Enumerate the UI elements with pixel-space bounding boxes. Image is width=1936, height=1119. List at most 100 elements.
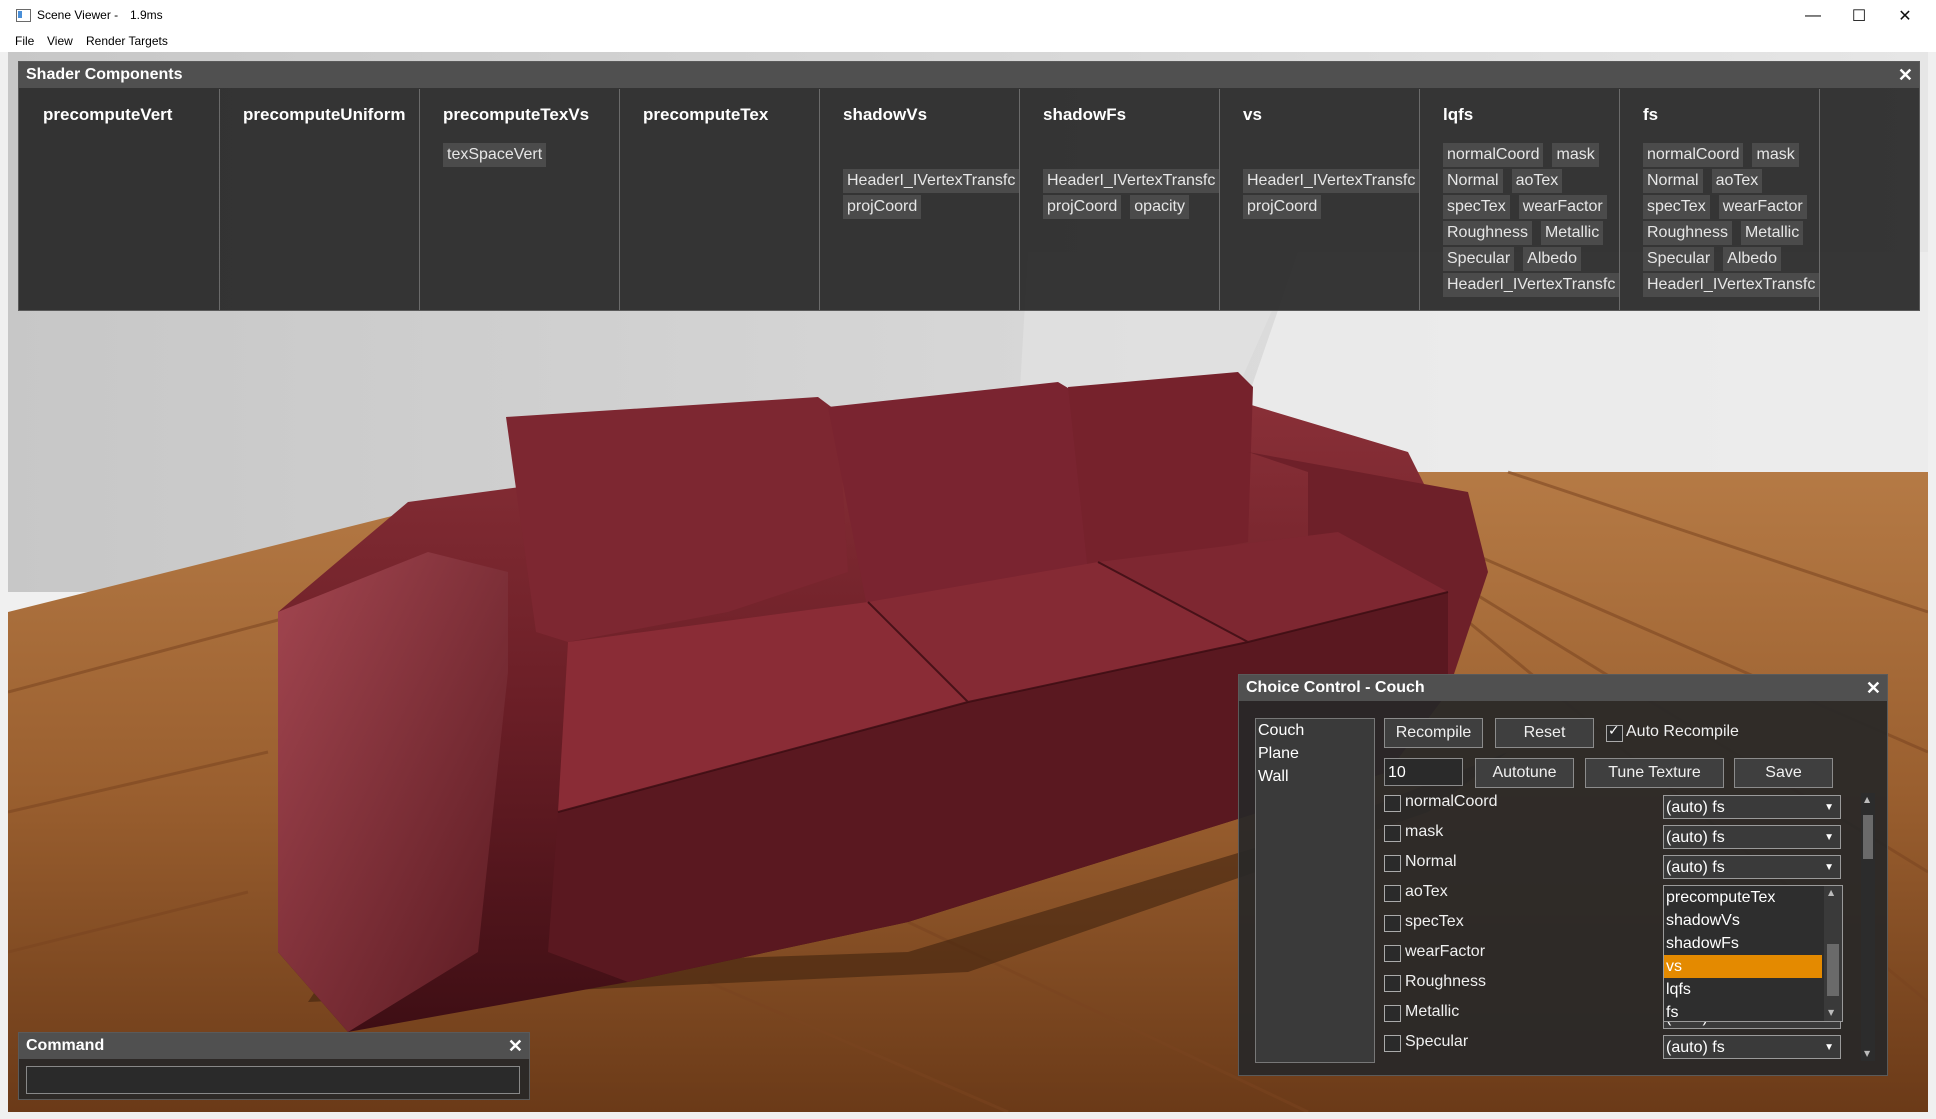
chevron-down-icon[interactable]: ▼ [1824, 856, 1834, 880]
object-item[interactable]: Plane [1256, 742, 1374, 765]
menu-render-targets[interactable]: Render Targets [86, 34, 168, 48]
app-icon [16, 9, 31, 22]
shader-item-chip[interactable]: wearFactor [1718, 195, 1807, 219]
chevron-down-icon[interactable]: ▼ [1824, 1036, 1834, 1060]
shader-component-columns: precomputeVert precomputeUniform precomput… [19, 89, 1919, 310]
component-choice-select[interactable]: (auto) fs ▼ [1663, 855, 1841, 879]
close-icon[interactable]: ✕ [1866, 675, 1881, 701]
shader-item-chip[interactable]: opacity [1130, 195, 1189, 219]
shader-item-chip[interactable]: projCoord [843, 195, 922, 219]
scroll-up-icon[interactable]: ▲ [1828, 888, 1834, 897]
dropdown-option[interactable]: precomputeTex [1664, 886, 1822, 909]
close-window-icon[interactable]: ✕ [1882, 0, 1928, 32]
shader-item-row [843, 143, 1019, 169]
component-choice-dropdown[interactable]: precomputeTex shadowVs shadowFs vs lqfs fs ▲ … [1663, 885, 1843, 1022]
shader-item-chip[interactable]: Normal [1643, 169, 1703, 193]
shader-column-title: fs [1643, 105, 1659, 124]
shader-item-chip[interactable]: specTex [1443, 195, 1510, 219]
component-choice-select[interactable]: (auto) fs ▼ [1663, 1035, 1841, 1059]
component-checkbox[interactable] [1384, 855, 1401, 872]
component-checkbox[interactable] [1384, 885, 1401, 902]
chevron-down-icon[interactable]: ▼ [1824, 826, 1834, 850]
menu-view[interactable]: View [47, 34, 73, 48]
choice-control-header[interactable]: Choice Control - Couch ✕ [1239, 675, 1887, 701]
shader-item-chip[interactable]: aoTex [1711, 169, 1763, 193]
shader-item-chip[interactable]: normalCoord [1643, 143, 1744, 167]
dropdown-option[interactable]: lqfs [1664, 978, 1822, 1001]
shader-item-row: specTex wearFactor [1643, 195, 1819, 221]
recompile-button[interactable]: Recompile [1384, 718, 1483, 748]
scroll-down-icon[interactable]: ▼ [1864, 1049, 1870, 1058]
object-item[interactable]: Couch [1256, 719, 1374, 742]
shader-item-chip[interactable]: Normal [1443, 169, 1503, 193]
close-icon[interactable]: ✕ [508, 1033, 523, 1059]
shader-item-row: normalCoord mask [1443, 143, 1619, 169]
shader-item-row: Specular Albedo [1443, 247, 1619, 273]
shader-item-chip[interactable]: Specular [1643, 247, 1715, 271]
window-title: Scene Viewer - [37, 8, 119, 22]
choice-scrollbar[interactable]: ▲ ▼ [1861, 793, 1875, 1061]
object-item[interactable]: Wall [1256, 765, 1374, 788]
dropdown-scrollbar[interactable]: ▲ ▼ [1824, 886, 1842, 1021]
shader-column-lqfs: lqfs normalCoord mask Normal aoTex specTex wea… [1419, 89, 1620, 310]
frame-time: 1.9ms [130, 8, 163, 22]
component-checkbox[interactable] [1384, 825, 1401, 842]
shader-item-chip[interactable]: Metallic [1740, 221, 1804, 245]
component-checkbox[interactable] [1384, 795, 1401, 812]
save-button[interactable]: Save [1734, 758, 1833, 788]
shader-item-chip[interactable]: HeaderI_IVertexTransfc [1443, 273, 1619, 297]
shader-item-chip[interactable]: mask [1552, 143, 1599, 167]
auto-recompile-label: Auto Recompile [1626, 723, 1739, 740]
autotune-button[interactable]: Autotune [1475, 758, 1574, 788]
shader-item-chip[interactable]: specTex [1643, 195, 1710, 219]
menu-file[interactable]: File [15, 34, 34, 48]
dropdown-option[interactable]: shadowFs [1664, 932, 1822, 955]
shader-components-header[interactable]: Shader Components ✕ [19, 62, 1919, 88]
shader-column-title: precomputeVert [43, 105, 173, 124]
component-choice-select[interactable]: (auto) fs ▼ [1663, 825, 1841, 849]
minimize-icon[interactable]: — [1790, 0, 1836, 32]
shader-item-chip[interactable]: Metallic [1540, 221, 1604, 245]
shader-item-chip[interactable]: HeaderI_IVertexTransfc [843, 169, 1019, 193]
command-input[interactable] [26, 1066, 520, 1094]
component-choice-select[interactable]: (auto) fs ▼ [1663, 795, 1841, 819]
choice-scroll-thumb[interactable] [1863, 815, 1873, 859]
component-checkbox[interactable] [1384, 945, 1401, 962]
tune-value-input[interactable]: 10 [1384, 758, 1463, 786]
shader-item-chip[interactable]: Specular [1443, 247, 1515, 271]
shader-item-chip[interactable]: normalCoord [1443, 143, 1544, 167]
auto-recompile-checkbox[interactable] [1606, 723, 1623, 742]
shader-item-chip[interactable]: HeaderI_IVertexTransfc [1643, 273, 1819, 297]
maximize-icon[interactable]: ☐ [1836, 0, 1882, 32]
shader-item-chip[interactable]: texSpaceVert [443, 143, 547, 167]
shader-item-chip[interactable]: Roughness [1443, 221, 1532, 245]
shader-item-chip[interactable]: Roughness [1643, 221, 1732, 245]
dropdown-option[interactable]: shadowVs [1664, 909, 1822, 932]
reset-button[interactable]: Reset [1495, 718, 1594, 748]
menu-bar: File View Render Targets [0, 32, 1936, 52]
close-icon[interactable]: ✕ [1898, 62, 1913, 88]
object-list[interactable]: Couch Plane Wall [1255, 718, 1375, 1063]
shader-item-chip[interactable]: HeaderI_IVertexTransfc [1243, 169, 1419, 193]
shader-item-chip[interactable]: mask [1752, 143, 1799, 167]
dropdown-scroll-thumb[interactable] [1827, 944, 1839, 996]
shader-item-chip[interactable]: wearFactor [1518, 195, 1607, 219]
chevron-down-icon[interactable]: ▼ [1824, 796, 1834, 820]
tune-texture-button[interactable]: Tune Texture [1585, 758, 1724, 788]
shader-item-chip[interactable]: HeaderI_IVertexTransfc [1043, 169, 1219, 193]
scroll-down-icon[interactable]: ▼ [1828, 1008, 1834, 1017]
shader-column-fs: fs normalCoord mask Normal aoTex specTex wearF… [1619, 89, 1820, 310]
shader-item-chip[interactable]: projCoord [1243, 195, 1322, 219]
component-checkbox[interactable] [1384, 915, 1401, 932]
dropdown-option[interactable]: fs [1664, 1001, 1822, 1021]
command-header[interactable]: Command ✕ [19, 1033, 529, 1059]
component-checkbox[interactable] [1384, 975, 1401, 992]
shader-item-chip[interactable]: Albedo [1523, 247, 1581, 271]
dropdown-option[interactable]: vs [1664, 955, 1822, 978]
shader-item-chip[interactable]: projCoord [1043, 195, 1122, 219]
scroll-up-icon[interactable]: ▲ [1864, 795, 1870, 804]
component-checkbox[interactable] [1384, 1035, 1401, 1052]
component-checkbox[interactable] [1384, 1005, 1401, 1022]
shader-item-chip[interactable]: Albedo [1723, 247, 1781, 271]
shader-item-chip[interactable]: aoTex [1511, 169, 1563, 193]
